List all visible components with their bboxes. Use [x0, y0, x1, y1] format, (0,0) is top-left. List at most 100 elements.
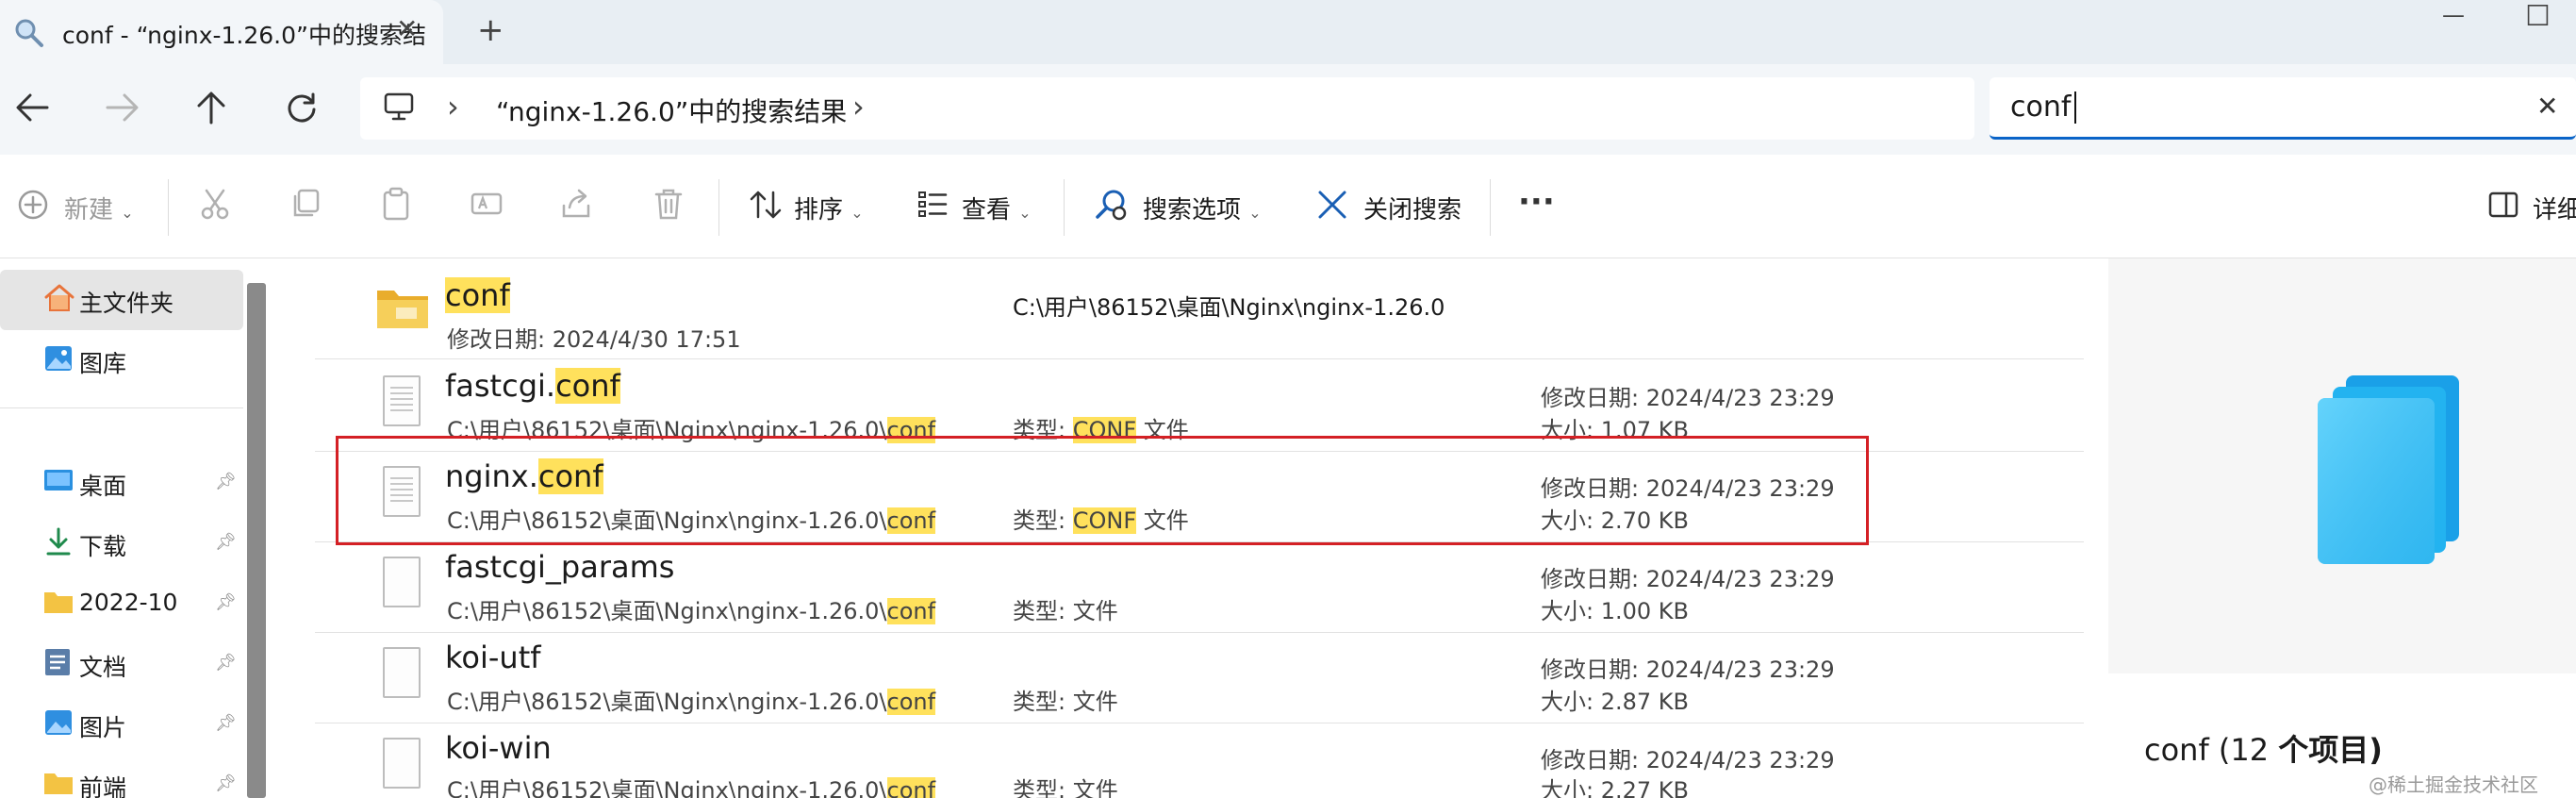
folder-icon — [44, 773, 73, 794]
cut-icon[interactable] — [198, 187, 232, 221]
tab-title: conf - “nginx-1.26.0”中的搜索结 — [62, 22, 426, 49]
file-size: 大小: 1.00 KB — [1541, 592, 1689, 625]
sidebar-item-label: 2022-10 — [79, 589, 178, 616]
home-icon — [44, 284, 74, 311]
toolbar-divider — [168, 179, 169, 236]
folder-icon — [377, 291, 428, 328]
type-value: 文件 — [1072, 777, 1118, 798]
file-meta: 修改日期: 2024/4/30 17:51 — [447, 321, 741, 354]
search-match: conf — [886, 598, 936, 624]
type-label: 类型: — [1013, 598, 1066, 624]
date-value: 2024/4/23 23:29 — [1645, 385, 1835, 411]
close-tab-button[interactable]: ✕ — [396, 13, 418, 44]
sidebar-scrollbar[interactable] — [247, 283, 266, 798]
sidebar-item-label: 桌面 — [79, 473, 127, 500]
size-label: 大小: — [1541, 689, 1594, 715]
sidebar-item-label: 图片 — [79, 714, 127, 741]
file-name[interactable]: koi-utf — [445, 640, 541, 675]
search-icon — [15, 19, 43, 47]
search-match: conf — [886, 689, 936, 715]
sidebar-item-label: 主文件夹 — [79, 290, 174, 317]
path-text: C:\用户\86152\桌面\Nginx\nginx-1.26.0\ — [447, 598, 887, 624]
pin-icon: 📌︎ — [215, 713, 237, 733]
plus-circle-icon — [18, 190, 48, 220]
minimize-button[interactable]: — — [2442, 2, 2465, 28]
date-label: 修改日期: — [1541, 566, 1640, 592]
search-options-button[interactable]: 搜索选项 ⌄ — [1143, 191, 1262, 225]
details-pane-icon — [2488, 191, 2518, 218]
file-name[interactable]: fastcgi_params — [445, 549, 674, 585]
up-arrow-icon[interactable] — [194, 89, 228, 126]
view-label: 查看 — [962, 196, 1012, 224]
new-tab-button[interactable]: + — [477, 11, 504, 49]
pin-icon: 📌︎ — [215, 773, 237, 793]
sidebar-item-label: 前端 — [79, 774, 127, 798]
paste-icon[interactable] — [379, 187, 413, 223]
stacked-files-icon — [2318, 375, 2459, 564]
date-label: 修改日期: — [1541, 385, 1640, 411]
gallery-icon — [45, 346, 72, 371]
path-text: C:\用户\86152\桌面\Nginx\nginx-1.26.0\ — [447, 689, 887, 715]
sort-button[interactable]: 排序 ⌄ — [794, 191, 864, 225]
toolbar-divider — [1490, 179, 1491, 236]
view-button[interactable]: 查看 ⌄ — [962, 191, 1032, 225]
file-name[interactable]: conf — [445, 277, 510, 313]
computer-icon — [384, 92, 414, 121]
pin-icon: 📌︎ — [215, 532, 237, 552]
close-search-button[interactable]: 关闭搜索 — [1363, 191, 1461, 225]
file-type: 类型: 文件 — [1013, 683, 1118, 716]
pin-icon: 📌︎ — [215, 653, 237, 673]
refresh-icon[interactable] — [285, 91, 319, 125]
chevron-down-icon: ⌄ — [850, 204, 864, 222]
type-value: 文件 — [1072, 689, 1118, 715]
pin-icon: 📌︎ — [215, 472, 237, 491]
search-input[interactable] — [1990, 77, 2576, 140]
size-value: 2.87 KB — [1600, 689, 1690, 715]
pictures-icon — [45, 710, 72, 735]
file-icon — [383, 557, 421, 607]
clear-search-button[interactable]: ✕ — [2536, 91, 2558, 122]
copy-icon[interactable] — [289, 187, 322, 221]
close-search-icon — [1318, 191, 1346, 219]
search-input-value[interactable]: conf — [2010, 91, 2071, 124]
type-label: 类型: — [1013, 777, 1066, 798]
sidebar-item-label: 文档 — [79, 654, 127, 681]
sidebar-item-label: 图库 — [79, 350, 127, 377]
breadcrumb-separator[interactable]: › — [852, 89, 865, 125]
file-name[interactable]: koi-win — [445, 730, 552, 766]
new-label: 新建 — [64, 196, 114, 224]
forward-arrow-icon[interactable] — [104, 91, 141, 125]
breadcrumb[interactable]: “nginx-1.26.0”中的搜索结果 — [496, 91, 847, 129]
new-button[interactable]: 新建 ⌄ — [64, 191, 134, 225]
file-icon — [383, 375, 421, 426]
file-type: 类型: 文件 — [1013, 772, 1118, 798]
breadcrumb-separator[interactable]: › — [447, 89, 459, 125]
back-arrow-icon[interactable] — [13, 91, 51, 125]
file-path: C:\用户\86152\桌面\Nginx\nginx-1.26.0\conf — [447, 772, 936, 798]
sidebar-item-label: 下载 — [79, 533, 127, 560]
search-options-icon — [1096, 190, 1127, 221]
preview-item-count: 个项目) — [2278, 732, 2383, 768]
date-label: 修改日期: — [1541, 747, 1640, 773]
annotation-highlight-box — [336, 436, 1869, 545]
details-button[interactable]: 详细 — [2533, 191, 2576, 225]
date-label: 修改日期: — [447, 326, 546, 353]
file-icon — [383, 738, 421, 789]
toolbar-divider — [718, 179, 719, 236]
chevron-down-icon: ⌄ — [1248, 204, 1262, 222]
watermark: @稀土掘金技术社区 — [2369, 773, 2538, 796]
maximize-button[interactable]: ☐ — [2525, 0, 2551, 33]
folder-icon — [44, 592, 73, 613]
delete-icon[interactable] — [652, 187, 685, 221]
file-name[interactable]: fastcgi.conf — [445, 368, 620, 404]
share-icon[interactable] — [560, 187, 594, 221]
file-date: 修改日期: 2024/4/23 23:29 — [1541, 379, 1835, 412]
file-size: 大小: 2.87 KB — [1541, 683, 1689, 716]
file-path: C:\用户\86152\桌面\Nginx\nginx-1.26.0\conf — [447, 683, 936, 716]
type-value: 文件 — [1072, 598, 1118, 624]
more-options-button[interactable]: ··· — [1518, 183, 1555, 221]
type-label: 类型: — [1013, 689, 1066, 715]
size-value: 2.27 KB — [1600, 777, 1690, 798]
rename-icon[interactable] — [470, 187, 504, 221]
text-cursor — [2074, 91, 2076, 124]
